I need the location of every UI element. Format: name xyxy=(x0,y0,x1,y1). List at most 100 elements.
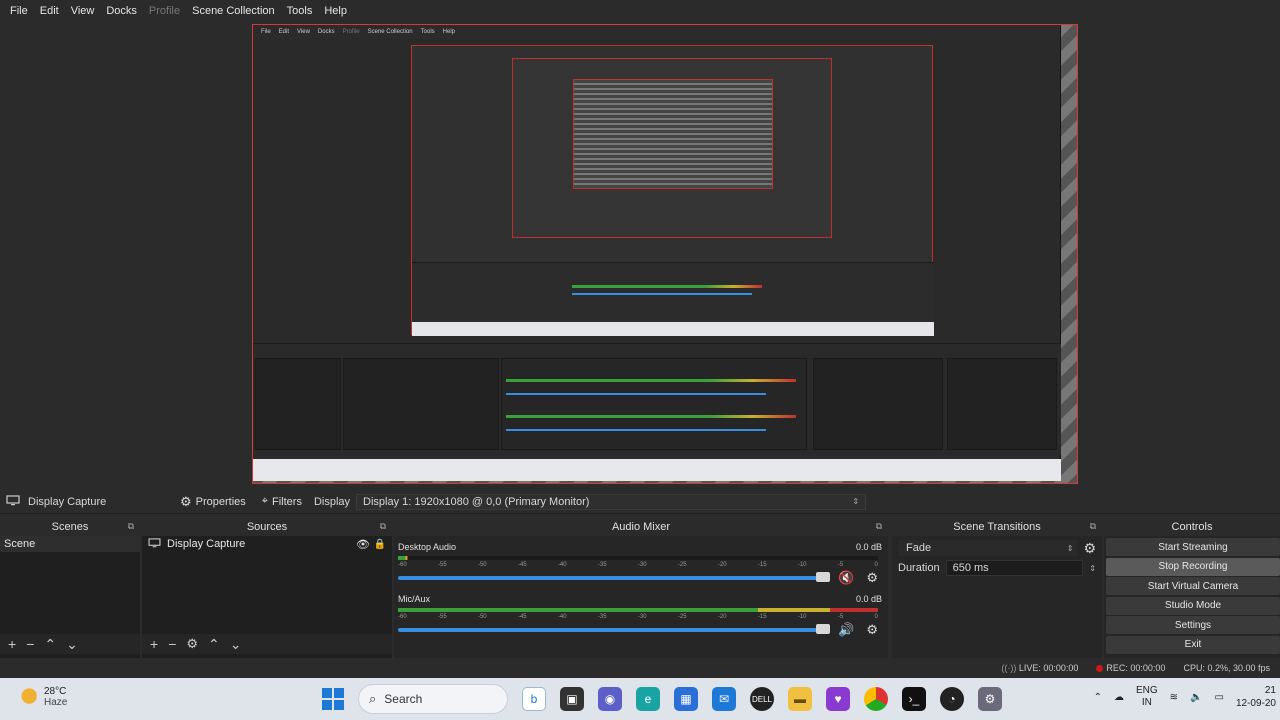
gear-icon[interactable]: ⚙ xyxy=(1083,540,1096,557)
menu-tools[interactable]: Tools xyxy=(281,5,319,17)
controls-title-label: Controls xyxy=(1171,521,1213,533)
properties-button[interactable]: ⚙ Properties xyxy=(172,494,254,510)
filters-button[interactable]: ⌖ Filters xyxy=(254,495,310,508)
edge-icon[interactable]: e xyxy=(636,687,660,711)
search-icon: ⌕ xyxy=(369,691,377,706)
lock-icon[interactable]: 🔒 xyxy=(374,539,386,550)
gear-icon[interactable]: ⚙ xyxy=(186,636,198,652)
taskbar-search[interactable]: ⌕ Search xyxy=(358,684,508,714)
controls-title: Controls xyxy=(1104,518,1280,536)
preview-canvas[interactable]: File Edit View Docks Profile Scene Colle… xyxy=(252,24,1078,484)
channel-name: Mic/Aux xyxy=(398,594,431,604)
undock-icon[interactable]: ⧉ xyxy=(876,521,882,532)
store-icon[interactable]: ▦ xyxy=(674,687,698,711)
speaker-icon[interactable]: 🔊 xyxy=(838,622,854,638)
terminal-icon[interactable]: ›_ xyxy=(902,687,926,711)
undock-icon[interactable]: ⧉ xyxy=(128,521,134,532)
display-label: Display xyxy=(313,495,351,508)
volume-fader[interactable] xyxy=(398,576,828,580)
display-select[interactable]: Display 1: 1920x1080 @ 0,0 (Primary Moni… xyxy=(356,493,867,510)
meter-ticks: -60 -55 -50 -45 -40 -35 -30 -25 -20 -15 -10 -5 0 xyxy=(398,614,878,624)
undock-icon[interactable]: ⧉ xyxy=(1090,521,1096,532)
gear-icon[interactable]: ⚙ xyxy=(866,570,878,586)
remove-icon[interactable]: − xyxy=(168,636,176,652)
scenes-title: Scenes ⧉ xyxy=(0,518,140,536)
menu-help[interactable]: Help xyxy=(318,5,353,17)
cloud-icon[interactable]: ☁ xyxy=(1114,692,1124,703)
language-code: ENG xyxy=(1136,685,1158,696)
menu-profile: Profile xyxy=(148,5,181,17)
fader-knob[interactable] xyxy=(816,572,830,582)
nested-menu-tools: Tools xyxy=(420,29,435,35)
mail-icon[interactable]: ✉ xyxy=(712,687,736,711)
muted-speaker-icon[interactable]: 🔇 xyxy=(838,570,854,586)
nested-preview-tunnel xyxy=(573,79,773,189)
tick: -45 xyxy=(517,614,527,620)
tick: -15 xyxy=(757,562,767,568)
menu-docks[interactable]: Docks xyxy=(100,5,143,17)
move-down-icon[interactable]: ⌄ xyxy=(230,636,242,653)
duration-input[interactable]: 650 ms xyxy=(945,560,1084,576)
move-up-icon[interactable]: ⌃ xyxy=(44,636,56,653)
gear-icon[interactable]: ⚙ xyxy=(866,622,878,638)
file-explorer-icon[interactable]: ▬ xyxy=(788,687,812,711)
meter-fill xyxy=(398,556,408,560)
windows-start-icon[interactable] xyxy=(322,688,344,710)
scenes-dock: Scenes ⧉ Scene + − ⌃ ⌄ xyxy=(0,518,140,658)
settings-app-icon[interactable]: ⚙ xyxy=(978,687,1002,711)
volume-icon[interactable]: 🔈 xyxy=(1190,692,1202,703)
menu-file[interactable]: File xyxy=(4,5,34,17)
source-item[interactable]: Display Capture 👁 🔒 xyxy=(142,536,392,552)
start-streaming-button[interactable]: Start Streaming xyxy=(1106,538,1280,556)
undock-icon[interactable]: ⧉ xyxy=(380,521,386,532)
mixer-body: Desktop Audio 0.0 dB -60 -55 -50 -45 -40 -35 -… xyxy=(394,536,888,658)
controls-body: Start Streaming Stop Recording Start Vir… xyxy=(1104,536,1280,658)
transition-select[interactable]: Fade ⇕ xyxy=(898,540,1078,556)
clock-date: 12-09-20 xyxy=(1235,698,1276,709)
move-up-icon[interactable]: ⌃ xyxy=(208,636,220,653)
obs-icon[interactable]: ◔ xyxy=(940,687,964,711)
studio-mode-button[interactable]: Studio Mode xyxy=(1106,596,1280,615)
volume-fader[interactable] xyxy=(398,628,828,632)
transition-select-value: Fade xyxy=(906,542,932,554)
brave-browser-icon[interactable]: ♥ xyxy=(826,687,850,711)
stop-recording-button[interactable]: Stop Recording xyxy=(1106,557,1280,576)
menu-view[interactable]: View xyxy=(65,5,101,17)
source-item-label: Display Capture xyxy=(167,538,246,550)
task-view-icon[interactable]: ▣ xyxy=(560,687,584,711)
menu-edit[interactable]: Edit xyxy=(34,5,65,17)
chevron-updown-icon: ⇕ xyxy=(852,497,860,506)
remove-icon[interactable]: − xyxy=(26,636,34,652)
chrome-icon[interactable] xyxy=(864,687,888,711)
tick: -45 xyxy=(517,562,527,568)
spinner-icon[interactable]: ⇕ xyxy=(1089,564,1096,573)
settings-button[interactable]: Settings xyxy=(1106,616,1280,635)
nested-taskbar-2 xyxy=(253,459,1061,481)
add-icon[interactable]: + xyxy=(150,636,158,652)
weather-desc: Haze xyxy=(44,697,68,708)
wifi-icon[interactable]: ≋ xyxy=(1170,692,1178,703)
weather-temp: 28°C xyxy=(44,686,67,697)
weather-widget[interactable]: 28°C Haze xyxy=(16,686,67,708)
start-virtual-camera-button[interactable]: Start Virtual Camera xyxy=(1106,577,1280,596)
move-down-icon[interactable]: ⌄ xyxy=(66,636,78,653)
fader-knob[interactable] xyxy=(816,624,830,634)
preview-area: File Edit View Docks Profile Scene Colle… xyxy=(0,22,1280,490)
teams-chat-icon[interactable]: ◉ xyxy=(598,687,622,711)
eye-icon[interactable]: 👁 xyxy=(356,538,370,551)
dell-icon[interactable]: DELL xyxy=(750,687,774,711)
exit-button[interactable]: Exit xyxy=(1106,635,1280,654)
add-icon[interactable]: + xyxy=(8,636,16,652)
language-indicator[interactable]: ENG IN xyxy=(1136,685,1158,709)
bing-icon[interactable]: b xyxy=(522,687,546,711)
chevron-up-icon[interactable]: ⌃ xyxy=(1094,692,1102,703)
battery-icon[interactable]: ▭ xyxy=(1215,692,1224,703)
menu-scene-collection[interactable]: Scene Collection xyxy=(186,5,281,17)
meter-ticks: -60 -55 -50 -45 -40 -35 -30 -25 -20 -15 -10 -5 0 xyxy=(398,562,878,572)
channel-db: 0.0 dB xyxy=(855,594,882,604)
nested-menu-docks: Docks xyxy=(317,29,335,35)
monitor-icon xyxy=(148,537,161,551)
nested-mixer-fader-1 xyxy=(506,393,766,395)
clock[interactable]: 21 12-09-20 xyxy=(1236,684,1276,710)
scene-item[interactable]: Scene xyxy=(0,536,140,552)
